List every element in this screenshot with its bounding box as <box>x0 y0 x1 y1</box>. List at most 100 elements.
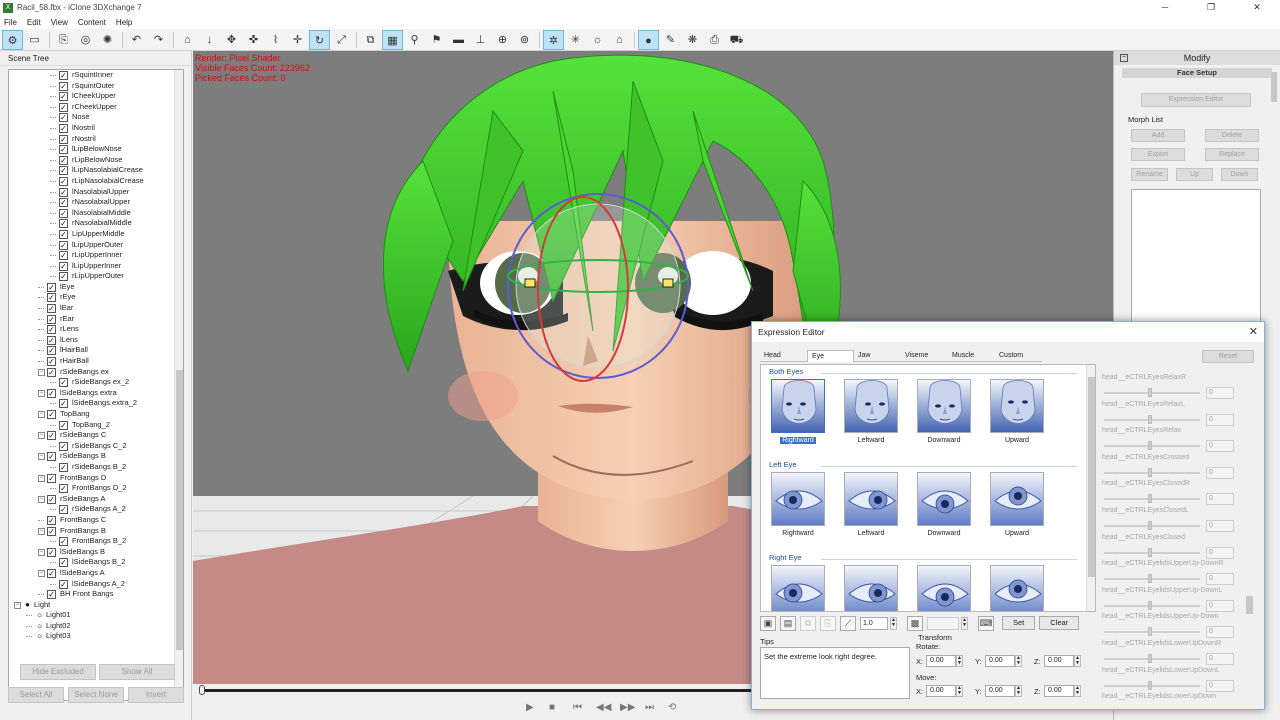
tab-head[interactable]: Head <box>760 350 807 362</box>
tree-item[interactable]: ✓ lNostril <box>9 123 175 134</box>
slider-handle[interactable] <box>1148 680 1152 690</box>
expression-thumbnail[interactable]: Rightward <box>768 472 828 537</box>
visibility-checkbox[interactable]: ✓ <box>59 441 68 451</box>
transform-icon[interactable]: ✛ <box>287 30 308 50</box>
hide-excluded-button[interactable]: Hide Excluded <box>20 664 96 680</box>
visibility-checkbox[interactable]: ✓ <box>59 462 68 472</box>
expression-thumbnail[interactable]: Downward <box>914 472 974 537</box>
tree-item[interactable]: ✓ lCheekUpper <box>9 91 175 102</box>
cart-icon[interactable]: ⛟ <box>726 30 747 50</box>
slider-track[interactable] <box>1104 392 1200 394</box>
delete-button[interactable]: Delete <box>1205 129 1259 142</box>
tree-item[interactable]: − ✓ rSideBangs C <box>9 430 175 441</box>
tab-viseme[interactable]: Viseme <box>901 350 948 362</box>
move-z-spinner[interactable]: ▲ ▼ <box>1074 685 1081 697</box>
collapse-icon[interactable]: − <box>38 389 45 397</box>
loop-icon[interactable]: ⟲ <box>668 702 676 713</box>
tree-item[interactable]: ✓ lLipNasolabialCrease <box>9 165 175 176</box>
slider-value[interactable]: 0 <box>1206 599 1234 612</box>
tree-item[interactable]: ✓ rLipUpperOuter <box>9 271 175 282</box>
select-all-button[interactable]: Select All <box>8 687 64 703</box>
visibility-checkbox[interactable]: ✓ <box>59 208 68 218</box>
close-icon[interactable]: ✕ <box>1249 322 1258 342</box>
expression-editor-button[interactable]: Expression Editor <box>1141 93 1251 107</box>
menu-view[interactable]: View <box>51 18 68 27</box>
visibility-checkbox[interactable]: ✓ <box>59 219 68 229</box>
collapse-icon[interactable]: − <box>14 601 21 609</box>
visibility-checkbox[interactable]: ✓ <box>59 123 68 133</box>
tree-item[interactable]: ✓ Nose <box>9 112 175 123</box>
visibility-checkbox[interactable]: ✓ <box>47 526 56 536</box>
tree-item[interactable]: − ✓ TopBang <box>9 409 175 420</box>
visibility-checkbox[interactable]: ✓ <box>47 473 56 483</box>
tab-custom[interactable]: Custom <box>995 350 1042 362</box>
rotate-z-input[interactable]: 0.00 <box>1044 655 1074 667</box>
tree-item[interactable]: ☼ Light02 <box>9 621 175 632</box>
tree-item[interactable]: ✓ lSideBangs extra_2 <box>9 398 175 409</box>
visibility-checkbox[interactable]: ✓ <box>47 314 56 324</box>
tree-item[interactable]: ✓ lNasolabialUpper <box>9 187 175 198</box>
slider-track[interactable] <box>1104 471 1200 474</box>
tree-item[interactable]: ✓ rSquintInner <box>9 70 175 81</box>
rotate-y-spinner[interactable]: ▲ ▼ <box>1015 655 1022 667</box>
scrollbar-thumb[interactable] <box>1271 72 1277 102</box>
tree-item[interactable]: ✓ rCheekUpper <box>9 102 175 113</box>
export-icon[interactable]: ◎ <box>75 30 96 50</box>
visibility-checkbox[interactable]: ✓ <box>59 229 68 239</box>
tree-item[interactable]: ✓ rLens <box>9 324 175 335</box>
globe-icon[interactable]: ⊕ <box>492 30 513 50</box>
collapse-icon[interactable]: − <box>38 548 45 556</box>
slider-track[interactable] <box>1104 684 1200 687</box>
tree-item[interactable]: ✓ FrontBangs B_2 <box>9 536 175 547</box>
stamp-icon[interactable]: ⎙ <box>704 30 725 50</box>
slider-handle[interactable] <box>1148 414 1152 424</box>
expression-thumbnail[interactable]: Leftward <box>841 379 901 444</box>
tree-item[interactable]: − ● Light <box>9 600 175 611</box>
visibility-checkbox[interactable]: ✓ <box>59 420 68 430</box>
expression-thumbnail[interactable] <box>841 565 901 611</box>
paint-icon[interactable]: ❋ <box>682 30 703 50</box>
visibility-checkbox[interactable]: ✓ <box>59 484 68 494</box>
visibility-checkbox[interactable]: ✓ <box>59 145 68 155</box>
move-x-input[interactable]: 0.00 <box>926 685 956 697</box>
visibility-checkbox[interactable]: ✓ <box>47 568 56 578</box>
select-none-button[interactable]: Select None <box>68 687 124 703</box>
visibility-checkbox[interactable]: ✓ <box>47 335 56 345</box>
tree-item[interactable]: − ✓ rSideBangs ex <box>9 367 175 378</box>
close-icon[interactable]: ✕ <box>1234 0 1280 15</box>
tree-item[interactable]: − ✓ rSideBangs B <box>9 451 175 462</box>
load-icon[interactable]: ▤ <box>780 615 796 631</box>
align-icon[interactable]: ⊥ <box>470 30 491 50</box>
collapse-icon[interactable]: − <box>38 432 45 440</box>
tree-item[interactable]: ✓ TopBang_2 <box>9 420 175 431</box>
visibility-checkbox[interactable]: ✓ <box>47 590 56 600</box>
expression-thumbnail[interactable] <box>987 565 1047 611</box>
scrollbar-thumb[interactable] <box>1088 377 1095 577</box>
pan-icon[interactable]: ✜ <box>243 30 264 50</box>
replace-button[interactable]: Replace <box>1205 148 1259 161</box>
camera-icon[interactable]: ▬ <box>448 30 469 50</box>
collapse-icon[interactable]: − <box>38 368 45 376</box>
slider-value[interactable]: 0 <box>1206 520 1234 532</box>
visibility-checkbox[interactable]: ✓ <box>47 515 56 525</box>
slider-value[interactable]: 0 <box>1206 626 1234 639</box>
sphere-icon[interactable]: ● <box>638 29 659 50</box>
collapse-icon[interactable]: − <box>38 411 45 418</box>
expression-thumbnail[interactable] <box>768 565 828 611</box>
tree-item[interactable]: ✓ rSideBangs B_2 <box>9 462 175 473</box>
slider-value[interactable]: 0 <box>1206 466 1234 479</box>
visibility-checkbox[interactable]: ✓ <box>47 431 56 441</box>
move-y-spinner[interactable]: ▲ ▼ <box>1015 685 1022 697</box>
tree-item[interactable]: ✓ lNasolabialMiddle <box>9 208 175 219</box>
slider-value[interactable]: 0 <box>1206 493 1234 506</box>
prev-frame-icon[interactable]: ◀◀ <box>596 702 611 713</box>
slider-track[interactable] <box>1104 604 1200 607</box>
visibility-checkbox[interactable]: ✓ <box>59 261 68 271</box>
slider-handle[interactable] <box>1148 627 1152 637</box>
clear-button[interactable]: Clear <box>1039 616 1080 630</box>
visibility-checkbox[interactable]: ✓ <box>47 346 56 356</box>
move-x-spinner[interactable]: ▲ ▼ <box>956 685 963 697</box>
collapse-icon[interactable]: − <box>38 569 45 577</box>
visibility-checkbox[interactable]: ✓ <box>59 71 68 80</box>
grid-icon[interactable]: ▦ <box>382 29 403 50</box>
